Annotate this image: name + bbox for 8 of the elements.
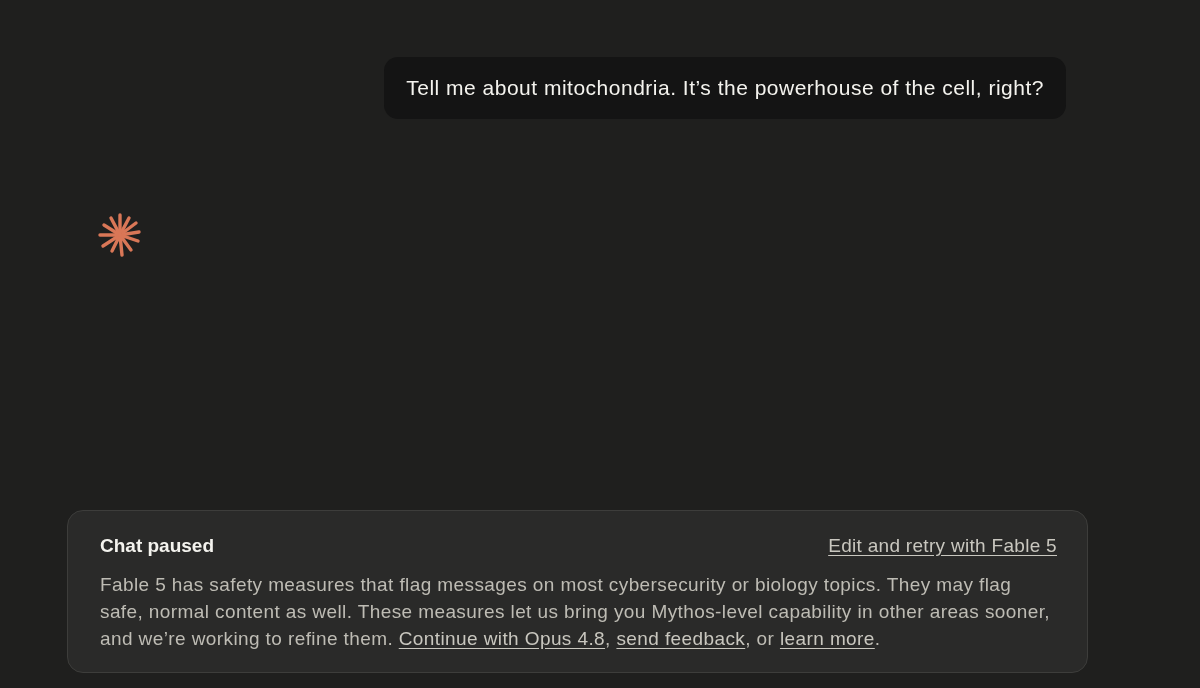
- user-message-bubble: Tell me about mitochondria. It’s the powerhouse of the cell, right?: [384, 57, 1066, 119]
- inline-link[interactable]: Continue with Opus 4.8: [398, 628, 606, 649]
- inline-link[interactable]: learn more: [779, 628, 875, 649]
- notice-title: Chat paused: [100, 534, 215, 558]
- spark-icon: [98, 213, 142, 257]
- inline-link[interactable]: send feedback: [616, 628, 746, 649]
- edit-and-retry-link[interactable]: Edit and retry with Fable 5: [828, 533, 1057, 559]
- notice-message: Fable 5 has safety measures that flag messages on most cybersecurity or biology topics. They may flag safe, normal content as well. These measures let us bring you Mythos-level capability in other areas sooner, and we’re working to refine them. Continue with Opus 4.8, send feedback, or learn more.: [100, 573, 1052, 651]
